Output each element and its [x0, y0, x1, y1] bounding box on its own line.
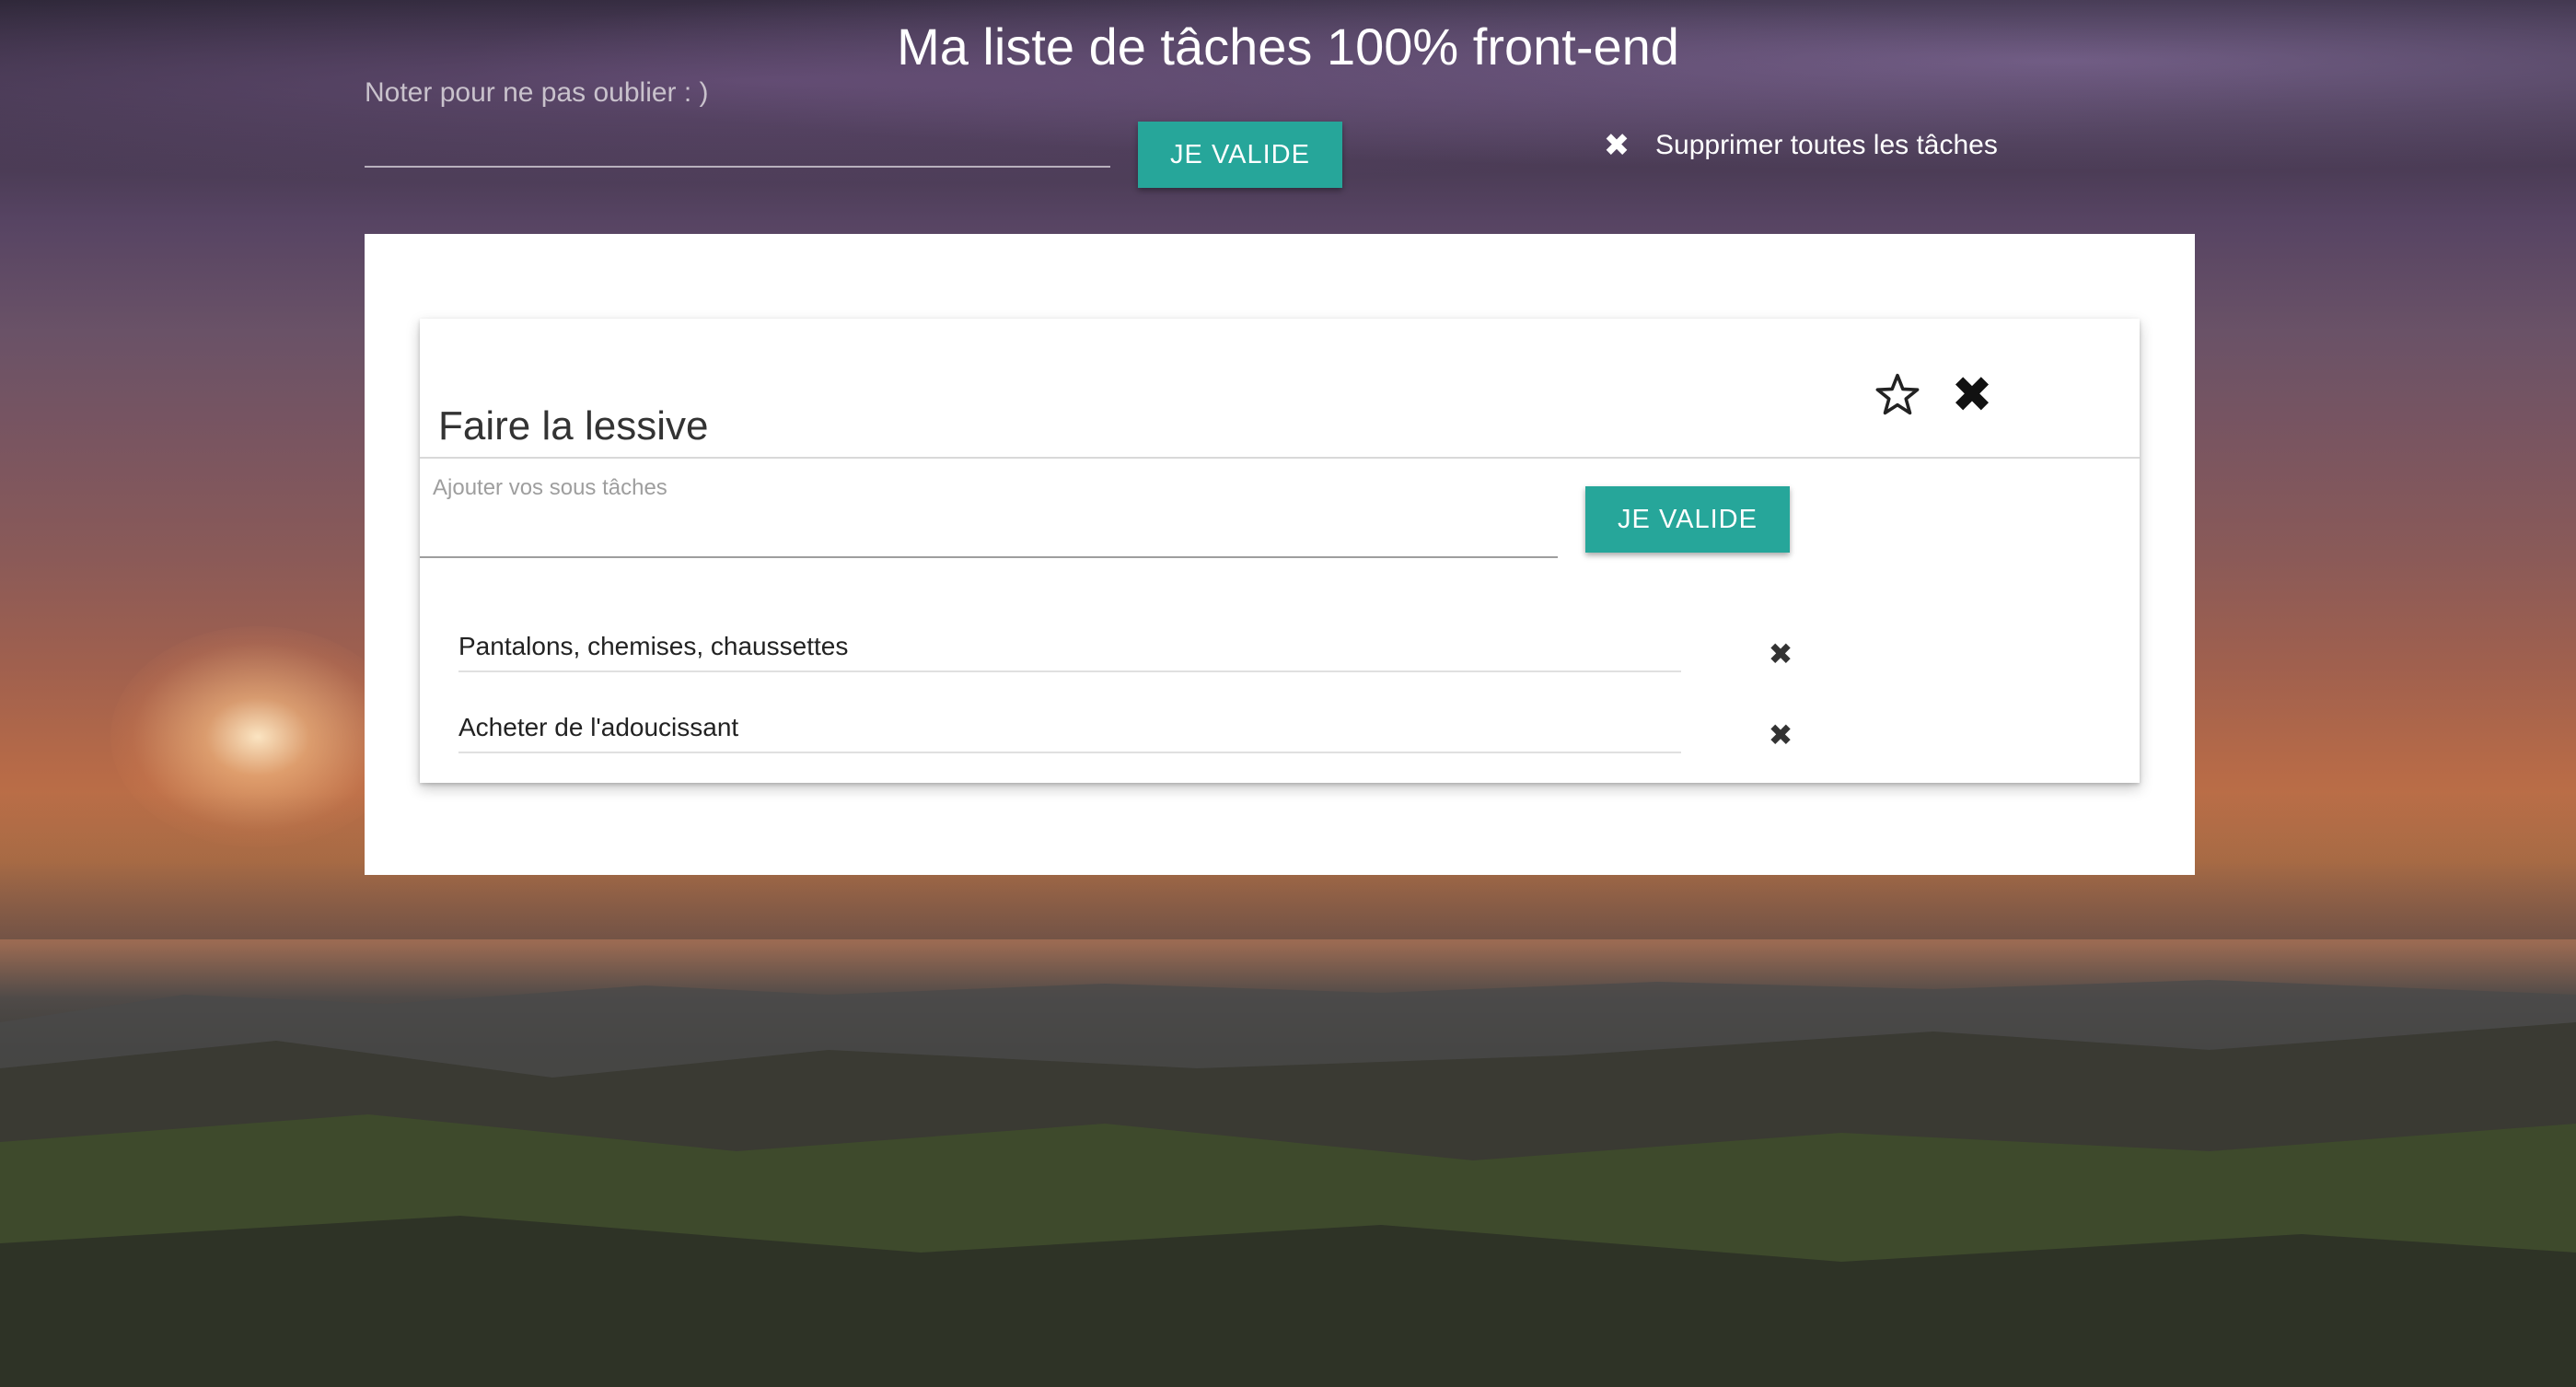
task-title: Faire la lessive [438, 403, 709, 449]
page: Ma liste de tâches 100% front-end Noter … [0, 0, 2576, 1387]
new-task-input[interactable] [365, 120, 1110, 168]
subtask-text[interactable]: Acheter de l'adoucissant [458, 713, 1681, 753]
subtask-item: Acheter de l'adoucissant ✖ [458, 704, 2103, 759]
new-task-placeholder-label: Noter pour ne pas oublier : ) [365, 77, 709, 108]
clear-all-tasks-button[interactable]: ✖ Supprimer toutes les tâches [1602, 127, 1998, 164]
submit-task-button[interactable]: Je valide [1138, 122, 1342, 188]
close-icon[interactable]: ✖ [1766, 639, 1795, 669]
subtask-text[interactable]: Pantalons, chemises, chaussettes [458, 632, 1681, 672]
subtask-placeholder-label: Ajouter vos sous tâches [433, 475, 667, 500]
task-list-panel: Faire la lessive ✖ Ajouter vos sous tâch… [365, 234, 2195, 875]
delete-task-icon[interactable]: ✖ [1948, 370, 1996, 420]
star-outline-icon[interactable] [1873, 370, 1922, 420]
task-card: Faire la lessive ✖ Ajouter vos sous tâch… [420, 319, 2140, 783]
subtask-input[interactable] [420, 503, 1558, 558]
sunset-glow [110, 626, 405, 847]
close-icon: ✖ [1603, 128, 1630, 163]
clear-all-label: Supprimer toutes les tâches [1655, 130, 1998, 160]
submit-subtask-button[interactable]: Je valide [1585, 486, 1790, 553]
new-task-form: Noter pour ne pas oublier : ) [365, 64, 1110, 175]
landscape-hills [0, 980, 2576, 1387]
close-icon[interactable]: ✖ [1766, 720, 1795, 750]
task-divider [420, 457, 2140, 459]
subtask-item: Pantalons, chemises, chaussettes ✖ [458, 623, 2103, 678]
